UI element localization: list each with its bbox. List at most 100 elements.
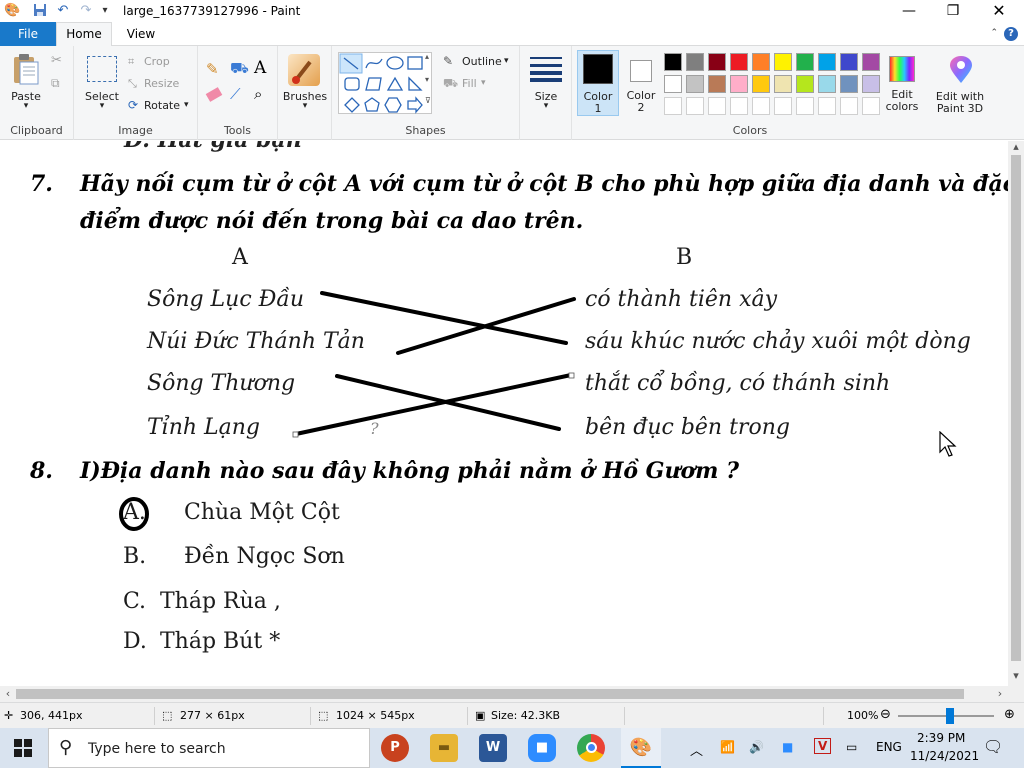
custom-color-slot[interactable] [774, 97, 792, 115]
rotate-dropdown-icon[interactable]: ▾ [184, 100, 189, 110]
outline-dropdown-icon[interactable]: ▾ [504, 56, 509, 66]
palette-swatch[interactable] [730, 53, 748, 71]
zoom-slider-thumb[interactable] [946, 708, 954, 724]
custom-color-slot[interactable] [862, 97, 880, 115]
shapes-expand-icon[interactable]: ⊽ [425, 96, 431, 105]
horizontal-scroll-thumb[interactable] [16, 689, 964, 699]
edit-colors-button[interactable]: Edit colors [884, 54, 922, 114]
custom-color-slot[interactable] [752, 97, 770, 115]
palette-swatch[interactable] [664, 75, 682, 93]
tray-overflow-icon[interactable]: ︿ [690, 740, 703, 759]
edit-with-paint3d-button[interactable]: Edit with Paint 3D [928, 46, 992, 140]
chrome-icon[interactable] [577, 734, 605, 762]
fill-dropdown-icon[interactable]: ▾ [481, 78, 486, 88]
collapse-ribbon-icon[interactable]: ⌃ [990, 28, 998, 38]
paint-taskbar-icon[interactable]: 🎨 [621, 728, 661, 768]
eraser-icon[interactable] [205, 87, 223, 102]
fill-bucket-icon[interactable]: ⛟ [230, 61, 249, 76]
custom-color-slot[interactable] [708, 97, 726, 115]
redo-icon[interactable]: ↷ [78, 3, 94, 19]
tab-file[interactable]: File [0, 22, 56, 46]
palette-swatch[interactable] [774, 53, 792, 71]
palette-swatch[interactable] [664, 53, 682, 71]
file-explorer-icon[interactable]: ▬ [430, 734, 458, 762]
rotate-icon[interactable]: ⟳ [128, 99, 138, 111]
close-button[interactable]: ✕ [976, 0, 1022, 22]
battery-icon[interactable]: ▭ [846, 740, 857, 754]
scroll-right-icon[interactable]: › [992, 686, 1008, 702]
start-button[interactable] [14, 739, 32, 760]
tray-app-icon[interactable]: V [814, 738, 832, 754]
quick-access-dropdown-icon[interactable]: ▾ [97, 3, 113, 19]
tab-view[interactable]: View [116, 22, 166, 46]
palette-swatch[interactable] [796, 75, 814, 93]
palette-swatch[interactable] [730, 75, 748, 93]
size-dropdown-icon[interactable]: ▾ [521, 101, 571, 111]
undo-icon[interactable]: ↶ [55, 3, 71, 19]
notifications-icon[interactable]: 🗨 [983, 737, 1003, 756]
volume-icon[interactable]: 🔊 [749, 740, 764, 754]
custom-color-slot[interactable] [818, 97, 836, 115]
custom-color-slot[interactable] [686, 97, 704, 115]
powerpoint-icon[interactable]: P [381, 734, 409, 762]
palette-swatch[interactable] [708, 53, 726, 71]
palette-swatch[interactable] [752, 53, 770, 71]
vertical-scrollbar[interactable]: ▴ ▾ [1008, 139, 1024, 686]
fill-button[interactable]: Fill [462, 77, 477, 90]
palette-swatch[interactable] [752, 75, 770, 93]
maximize-button[interactable]: ❐ [930, 0, 976, 22]
palette-swatch[interactable] [708, 75, 726, 93]
shapes-gallery[interactable] [338, 52, 432, 114]
magnifier-icon[interactable]: ⌕ [254, 87, 262, 102]
zoom-tray-icon[interactable]: ■ [782, 740, 793, 754]
custom-color-slot[interactable] [796, 97, 814, 115]
palette-swatch[interactable] [686, 75, 704, 93]
language-indicator[interactable]: ENG [876, 740, 902, 754]
pencil-icon[interactable]: ✎ [206, 62, 219, 77]
cut-icon[interactable]: ✂ [51, 54, 62, 67]
palette-swatch[interactable] [862, 53, 880, 71]
network-icon[interactable]: 📶 [720, 740, 735, 754]
custom-color-slot[interactable] [840, 97, 858, 115]
crop-button[interactable]: Crop [144, 55, 170, 68]
vertical-scroll-thumb[interactable] [1011, 155, 1021, 661]
canvas[interactable]: D. Hát giã bạn 7. Hãy nối cụm từ ở cột A… [4, 141, 1016, 686]
rotate-button[interactable]: Rotate [144, 99, 180, 112]
zoom-out-icon[interactable]: ⊖ [880, 707, 891, 722]
canvas-area[interactable]: D. Hát giã bạn 7. Hãy nối cụm từ ở cột A… [0, 141, 1024, 686]
word-icon[interactable]: W [479, 734, 507, 762]
color2-selector[interactable]: Color 2 [621, 50, 661, 116]
brushes-dropdown-icon[interactable]: ▾ [280, 101, 330, 111]
clock-date[interactable]: 11/24/2021 [910, 749, 979, 763]
outline-button[interactable]: Outline [462, 55, 502, 68]
resize-icon[interactable]: ⤡ [128, 78, 137, 89]
taskbar-search-box[interactable]: ⚲ Type here to search [48, 728, 370, 768]
paste-icon[interactable] [12, 53, 40, 89]
paint-app-icon[interactable]: 🎨 [4, 3, 20, 19]
resize-button[interactable]: Resize [144, 77, 179, 90]
zoom-in-icon[interactable]: ⊕ [1004, 707, 1015, 722]
outline-icon[interactable]: ✎ [443, 55, 453, 67]
palette-swatch[interactable] [818, 53, 836, 71]
palette-swatch[interactable] [774, 75, 792, 93]
scroll-down-icon[interactable]: ▾ [1008, 668, 1024, 684]
palette-swatch[interactable] [686, 53, 704, 71]
zoom-app-icon[interactable]: ■ [528, 734, 556, 762]
color1-selector[interactable]: Color 1 [577, 50, 619, 116]
text-tool-icon[interactable]: A [254, 60, 266, 77]
clock-time[interactable]: 2:39 PM [917, 731, 965, 745]
color-picker-icon[interactable]: ⟋ [230, 87, 241, 102]
scroll-up-icon[interactable]: ▴ [1008, 139, 1024, 155]
custom-color-slot[interactable] [730, 97, 748, 115]
scroll-left-icon[interactable]: ‹ [0, 686, 16, 702]
size-icon[interactable] [530, 56, 562, 84]
save-icon[interactable] [32, 3, 48, 19]
palette-swatch[interactable] [840, 53, 858, 71]
shapes-scroll-down-icon[interactable]: ▾ [425, 75, 429, 84]
paste-dropdown-icon[interactable]: ▾ [10, 101, 42, 111]
palette-swatch[interactable] [818, 75, 836, 93]
palette-swatch[interactable] [796, 53, 814, 71]
crop-icon[interactable]: ⌗ [128, 56, 134, 67]
shapes-scroll-up-icon[interactable]: ▴ [425, 52, 429, 61]
select-icon[interactable] [87, 56, 117, 82]
